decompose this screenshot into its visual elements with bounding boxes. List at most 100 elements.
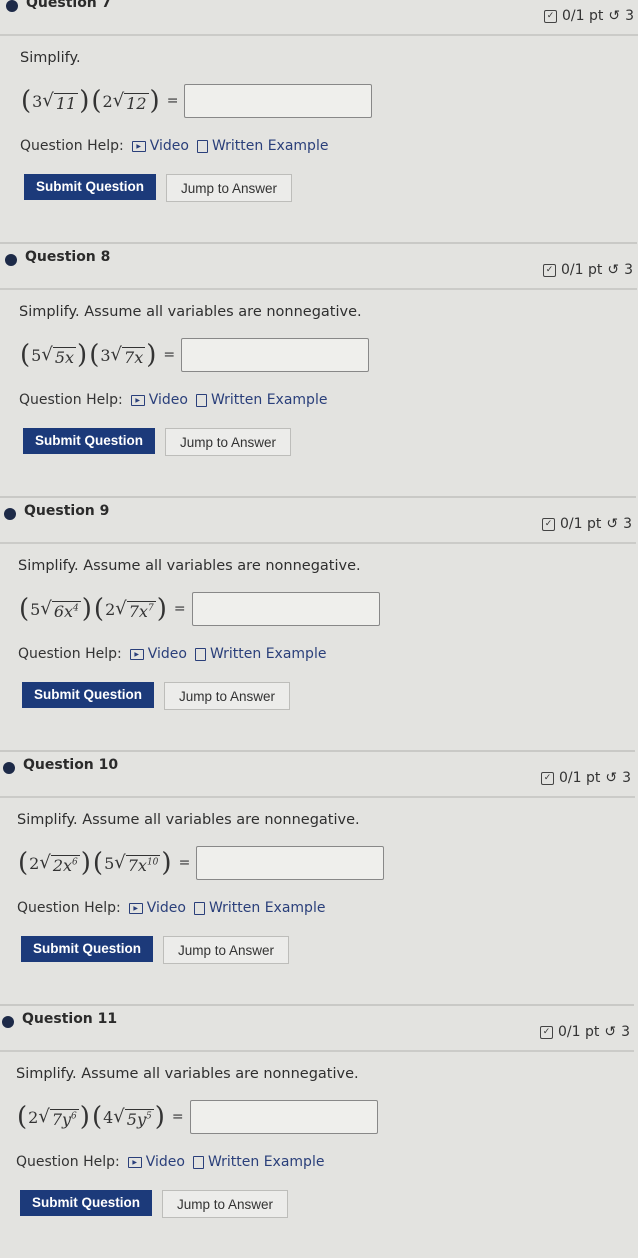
help-label: Question Help: (17, 900, 121, 916)
retry-count: 3 (622, 770, 631, 786)
question-help: Question Help: ▶ Video Written Example (18, 646, 326, 662)
bullet-icon (5, 254, 17, 266)
coefficient: 5 (30, 599, 41, 619)
radical: √ 7x10 (114, 851, 161, 875)
document-icon (195, 393, 207, 407)
jump-to-answer-button[interactable]: Jump to Answer (166, 174, 293, 202)
video-link[interactable]: ▶ Video (129, 646, 187, 662)
help-label: Question Help: (19, 392, 123, 408)
divider (0, 1004, 634, 1006)
answer-input[interactable] (181, 338, 370, 372)
bullet-icon (6, 0, 18, 12)
divider (0, 242, 637, 244)
checkbox-icon: ✓ (543, 9, 557, 23)
retry-icon[interactable]: ↺ (608, 8, 620, 24)
math-expression: ( 5 √ 6x4 ) ( 2 √ 7x7 ) = (18, 592, 380, 626)
divider (0, 542, 636, 544)
retry-icon[interactable]: ↺ (606, 516, 618, 532)
radical: √ 7x (110, 343, 146, 367)
points-status: ✓ 0/1 pt ↺ 3 (539, 1024, 630, 1040)
coefficient: 4 (103, 1107, 114, 1127)
question-block: Question 10 ✓ 0/1 pt ↺ 3 Simplify. Assum… (0, 750, 635, 1004)
written-example-link[interactable]: Written Example (193, 900, 325, 916)
answer-input[interactable] (191, 592, 380, 626)
answer-input[interactable] (184, 84, 373, 118)
retry-count: 3 (624, 262, 633, 278)
video-link[interactable]: ▶ Video (127, 1154, 185, 1170)
answer-input[interactable] (189, 1100, 378, 1134)
divider (0, 1050, 634, 1052)
written-example-link[interactable]: Written Example (195, 392, 327, 408)
jump-to-answer-button[interactable]: Jump to Answer (162, 1190, 289, 1218)
math-expression: ( 2 √ 7y6 ) ( 4 √ 5y5 ) = (16, 1100, 378, 1134)
document-icon (194, 647, 206, 661)
written-example-link[interactable]: Written Example (196, 138, 328, 154)
question-prompt: Simplify. (20, 50, 81, 66)
divider (0, 496, 636, 498)
retry-icon[interactable]: ↺ (605, 770, 617, 786)
question-help: Question Help: ▶ Video Written Example (20, 138, 328, 154)
radical: √ 5x (41, 343, 77, 367)
jump-to-answer-button[interactable]: Jump to Answer (164, 682, 291, 710)
points-text: 0/1 pt (557, 1024, 600, 1040)
retry-count: 3 (625, 8, 634, 24)
jump-to-answer-button[interactable]: Jump to Answer (165, 428, 292, 456)
question-block: Question 9 ✓ 0/1 pt ↺ 3 Simplify. Assume… (0, 496, 636, 750)
help-label: Question Help: (18, 646, 122, 662)
question-block: Question 7 ✓ 0/1 pt ↺ 3 Simplify. ( 3 √ 1… (0, 0, 638, 242)
submit-question-button[interactable]: Submit Question (21, 936, 153, 962)
help-label: Question Help: (20, 138, 124, 154)
video-link[interactable]: ▶ Video (130, 392, 188, 408)
video-link[interactable]: ▶ Video (128, 900, 186, 916)
coefficient: 2 (28, 1107, 39, 1127)
checkbox-icon: ✓ (539, 1025, 553, 1039)
coefficient: 3 (100, 345, 111, 365)
coefficient: 3 (32, 91, 43, 111)
question-prompt: Simplify. Assume all variables are nonne… (19, 304, 362, 320)
points-text: 0/1 pt (559, 516, 602, 532)
submit-question-button[interactable]: Submit Question (22, 682, 154, 708)
radical: √ 11 (42, 89, 79, 113)
divider (0, 750, 635, 752)
question-prompt: Simplify. Assume all variables are nonne… (17, 812, 360, 828)
question-help: Question Help: ▶ Video Written Example (17, 900, 325, 916)
document-icon (196, 139, 208, 153)
radical: √ 6x4 (40, 597, 81, 621)
video-link[interactable]: ▶ Video (131, 138, 189, 154)
written-example-link[interactable]: Written Example (194, 646, 326, 662)
document-icon (192, 1155, 204, 1169)
submit-question-button[interactable]: Submit Question (24, 174, 156, 200)
question-title: Question 9 (24, 503, 110, 519)
question-block: Question 8 ✓ 0/1 pt ↺ 3 Simplify. Assume… (0, 242, 637, 496)
points-status: ✓ 0/1 pt ↺ 3 (540, 770, 631, 786)
checkbox-icon: ✓ (540, 771, 554, 785)
video-icon: ▶ (130, 394, 145, 406)
jump-to-answer-button[interactable]: Jump to Answer (163, 936, 290, 964)
checkbox-icon: ✓ (542, 263, 556, 277)
retry-icon[interactable]: ↺ (607, 262, 619, 278)
retry-count: 3 (621, 1024, 630, 1040)
answer-input[interactable] (196, 846, 385, 880)
question-prompt: Simplify. Assume all variables are nonne… (18, 558, 361, 574)
points-text: 0/1 pt (561, 8, 604, 24)
retry-count: 3 (623, 516, 632, 532)
points-status: ✓ 0/1 pt ↺ 3 (542, 262, 633, 278)
coefficient: 2 (105, 599, 116, 619)
points-status: ✓ 0/1 pt ↺ 3 (543, 8, 634, 24)
radical: √ 2x6 (39, 851, 80, 875)
submit-question-button[interactable]: Submit Question (23, 428, 155, 454)
points-text: 0/1 pt (560, 262, 603, 278)
document-icon (193, 901, 205, 915)
math-expression: ( 2 √ 2x6 ) ( 5 √ 7x10 ) = (17, 846, 385, 880)
bullet-icon (3, 762, 15, 774)
written-example-link[interactable]: Written Example (192, 1154, 324, 1170)
coefficient: 5 (104, 853, 115, 873)
retry-icon[interactable]: ↺ (604, 1024, 616, 1040)
math-expression: ( 3 √ 11 ) ( 2 √ 12 ) = (20, 84, 373, 118)
divider (0, 34, 638, 36)
radical: √ 12 (112, 89, 149, 113)
checkbox-icon: ✓ (541, 517, 555, 531)
submit-question-button[interactable]: Submit Question (20, 1190, 152, 1216)
coefficient: 2 (29, 853, 40, 873)
radical: √ 7x7 (115, 597, 156, 621)
